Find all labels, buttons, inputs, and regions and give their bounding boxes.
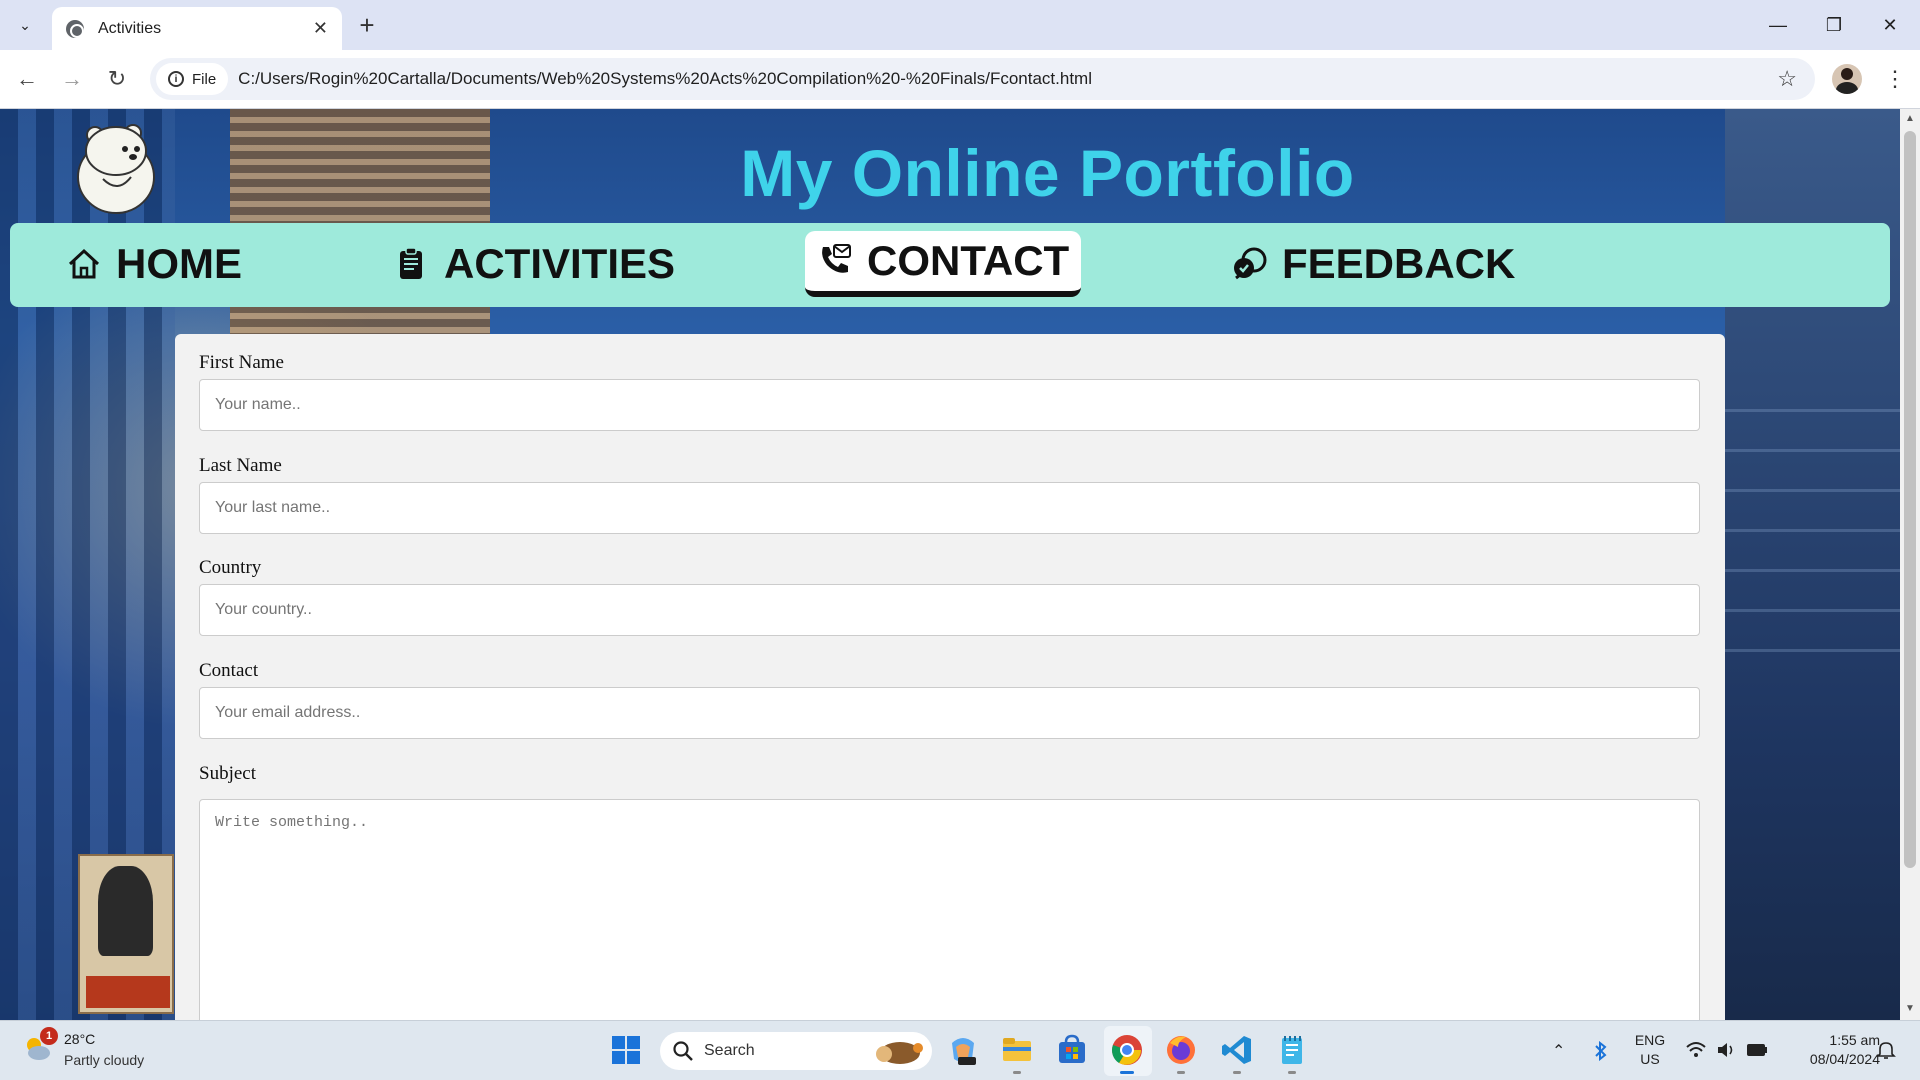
info-icon: i [168,71,184,87]
show-hidden-icons-chevron-icon[interactable]: ⌃ [1552,1021,1565,1080]
nav-contact-label: CONTACT [867,237,1070,284]
country-label: Country [199,557,262,578]
notepad-icon[interactable] [1275,1033,1309,1067]
forward-arrow-icon[interactable]: → [55,62,89,96]
windows-taskbar: 1 28°C Partly cloudy Search ⌃ ENG US 1:5… [0,1020,1920,1080]
last-name-label: Last Name [199,455,282,476]
notepad-running-indicator [1288,1071,1296,1074]
weather-badge: 1 [40,1027,58,1045]
file-explorer-running-indicator [1013,1071,1021,1074]
page-scrollbar[interactable]: ▲ ▼ [1900,109,1920,1020]
region-code: US [1640,1051,1660,1067]
firefox-icon[interactable] [1164,1033,1198,1067]
address-bar[interactable]: i File C:/Users/Rogin%20Cartalla/Documen… [150,58,1815,100]
browser-tabstrip: ⌄ Activities ✕ + — ❐ ✕ [0,0,1920,50]
weather-temperature[interactable]: 28°C [64,1031,95,1047]
bluetooth-icon[interactable] [1594,1041,1608,1061]
site-title: My Online Portfolio [740,136,1355,210]
site-info-chip[interactable]: i File [156,63,229,95]
nav-feedback-label: FEEDBACK [1282,240,1516,287]
background-poster [78,854,174,1014]
restore-icon[interactable]: ❐ [1806,0,1862,50]
country-input[interactable] [199,584,1700,636]
new-tab-plus-icon[interactable]: + [352,10,382,40]
menu-kebab-icon[interactable]: ⋮ [1880,64,1910,94]
first-name-label: First Name [199,352,284,373]
close-window-icon[interactable]: ✕ [1862,0,1918,50]
feedback-icon [1234,247,1267,280]
bookmark-star-icon[interactable]: ☆ [1777,66,1797,92]
search-icon [673,1041,693,1061]
browser-toolbar: ← → ↻ i File C:/Users/Rogin%20Cartalla/D… [0,50,1920,109]
clock-time: 1:55 am [1829,1032,1880,1048]
nav-home[interactable]: HOME [54,231,254,297]
search-highlight-hedgehog-icon [876,1042,923,1064]
nav-contact[interactable]: CONTACT [805,231,1082,297]
vscode-running-indicator [1233,1071,1241,1074]
taskbar-search-placeholder: Search [704,1042,755,1059]
site-navbar: HOME ACTIVITIES CONTACT FEEDBACK [10,223,1890,307]
last-name-input[interactable] [199,482,1700,534]
contact-label: Contact [199,660,259,681]
nav-home-label: HOME [116,240,242,287]
notification-bell-icon[interactable] [1876,1040,1896,1060]
clipboard-icon [400,247,422,279]
phone-mail-icon [822,244,851,273]
scroll-up-icon[interactable]: ▲ [1904,113,1916,125]
subject-textarea[interactable] [199,799,1700,1020]
language-indicator[interactable]: ENG US [1628,1031,1672,1069]
windows-start-icon[interactable] [609,1033,643,1067]
close-tab-icon[interactable]: ✕ [313,18,328,39]
subject-label: Subject [199,763,256,784]
contact-form: First Name Last Name Country Contact Sub… [175,334,1725,1020]
vscode-icon[interactable] [1220,1033,1254,1067]
firefox-running-indicator [1177,1071,1185,1074]
nav-feedback[interactable]: FEEDBACK [1220,231,1527,297]
background-railing [1725,409,1900,659]
scroll-down-icon[interactable]: ▼ [1904,1003,1916,1015]
page-viewport: My Online Portfolio HOME ACTIVITIES CONT… [0,109,1900,1020]
copilot-icon[interactable] [946,1033,980,1067]
tab-search-chevron-icon[interactable]: ⌄ [10,10,40,40]
tab-title: Activities [98,19,162,37]
home-icon [68,248,100,279]
profile-avatar[interactable] [1832,64,1862,94]
back-arrow-icon[interactable]: ← [10,62,44,96]
volume-icon[interactable] [1716,1041,1736,1059]
chrome-icon[interactable] [1110,1033,1144,1067]
site-info-label: File [192,70,217,88]
microsoft-store-icon[interactable] [1055,1033,1089,1067]
globe-icon [66,19,84,38]
weather-description[interactable]: Partly cloudy [64,1052,144,1068]
nav-activities-label: ACTIVITIES [444,240,676,287]
first-name-input[interactable] [199,379,1700,431]
wifi-icon[interactable] [1686,1041,1706,1059]
nav-activities[interactable]: ACTIVITIES [382,231,687,297]
language-code: ENG [1634,1032,1666,1048]
browser-tab-activities[interactable]: Activities ✕ [52,7,342,50]
clock-date: 08/04/2024 [1809,1051,1880,1067]
minimize-icon[interactable]: — [1750,0,1806,50]
reload-icon[interactable]: ↻ [100,62,134,96]
poster-banner [86,976,170,1008]
email-input[interactable] [199,687,1700,739]
file-explorer-icon[interactable] [1000,1033,1034,1067]
poster-figure [98,866,153,956]
url-text[interactable]: C:/Users/Rogin%20Cartalla/Documents/Web%… [238,69,1777,89]
chrome-running-indicator [1120,1071,1134,1074]
battery-icon[interactable] [1746,1042,1768,1058]
scrollbar-thumb[interactable] [1904,131,1916,868]
taskbar-search[interactable]: Search [660,1032,932,1070]
taskbar-clock[interactable]: 1:55 am 08/04/2024 [1780,1031,1880,1069]
